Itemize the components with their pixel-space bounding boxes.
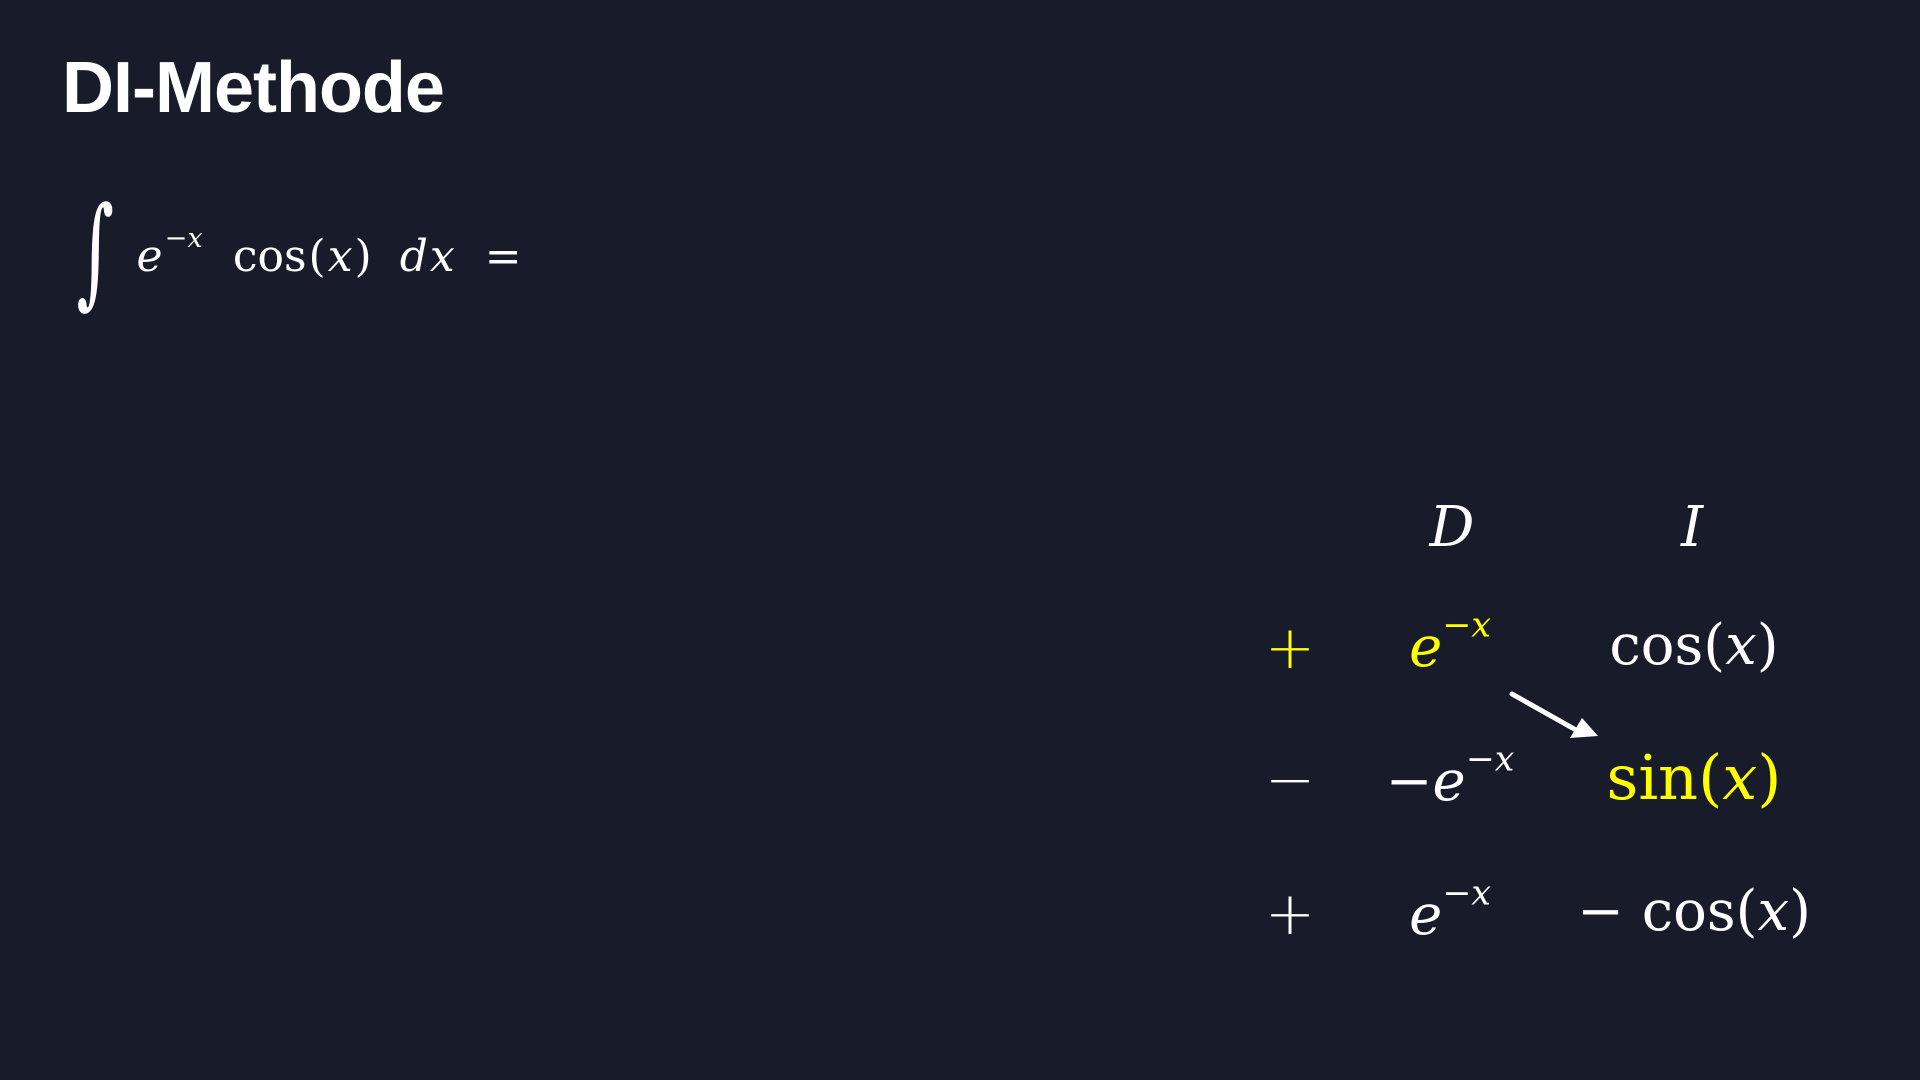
table-header-d: D bbox=[1429, 495, 1475, 560]
row-1-sign: + bbox=[1264, 613, 1316, 683]
row-2-i-close: ) bbox=[1757, 741, 1782, 814]
row-2-sign: − bbox=[1264, 745, 1316, 815]
integrand-func: cos bbox=[232, 230, 307, 282]
integrand-close-paren: ) bbox=[354, 230, 372, 282]
differential-var: x bbox=[429, 230, 455, 282]
slide-title: DI-Methode bbox=[62, 48, 445, 128]
row-3-i-entry: − cos(x) bbox=[1577, 884, 1811, 940]
integrand-exponent: −x bbox=[164, 223, 203, 255]
row-3-i-close: ) bbox=[1789, 879, 1811, 944]
row-2-i-func: sin bbox=[1606, 741, 1699, 814]
row-1-d-exponent: −x bbox=[1442, 605, 1491, 646]
integral-sign: ∫ bbox=[76, 182, 115, 321]
row-2-d-entry: −e−x bbox=[1386, 742, 1515, 810]
row-1-i-entry: cos(x) bbox=[1609, 618, 1778, 674]
row-3-i-prefix: − bbox=[1577, 879, 1642, 944]
row-2-d-prefix: − bbox=[1385, 749, 1433, 814]
slide: DI-Methode ∫ e−x cos(x) dx = D I + e−x c… bbox=[0, 0, 1920, 1080]
row-3-i-open: ( bbox=[1735, 879, 1758, 944]
row-2-i-entry: sin(x) bbox=[1607, 747, 1782, 809]
row-1-d-base: e bbox=[1409, 615, 1443, 680]
diagonal-arrow-icon bbox=[1509, 691, 1598, 738]
row-3-d-exponent: −x bbox=[1442, 873, 1491, 914]
table-header-i: I bbox=[1680, 495, 1704, 560]
row-1-i-open: ( bbox=[1703, 613, 1726, 678]
row-2-i-open: ( bbox=[1698, 741, 1723, 814]
equals-sign: = bbox=[484, 230, 522, 282]
row-3-i-arg: x bbox=[1757, 879, 1790, 944]
integrand: e−x cos(x) dx = bbox=[136, 225, 524, 282]
row-3-i-func: cos bbox=[1641, 879, 1736, 944]
row-1-i-func: cos bbox=[1609, 613, 1704, 678]
row-3-sign: + bbox=[1264, 879, 1316, 949]
row-2-d-exponent: −x bbox=[1465, 739, 1515, 780]
differential-d: d bbox=[399, 230, 428, 282]
integral-expression: ∫ e−x cos(x) dx = bbox=[64, 192, 524, 316]
row-1-i-close: ) bbox=[1756, 613, 1779, 678]
row-3-d-entry: e−x bbox=[1409, 876, 1491, 944]
row-2-i-arg: x bbox=[1722, 741, 1758, 814]
row-2-d-base: e bbox=[1432, 749, 1466, 814]
integrand-arg: x bbox=[327, 230, 353, 282]
integrand-base: e bbox=[136, 230, 163, 282]
integrand-open-paren: ( bbox=[308, 230, 326, 282]
row-3-d-base: e bbox=[1409, 883, 1443, 948]
row-1-i-arg: x bbox=[1725, 613, 1757, 678]
row-1-d-entry: e−x bbox=[1409, 608, 1491, 676]
